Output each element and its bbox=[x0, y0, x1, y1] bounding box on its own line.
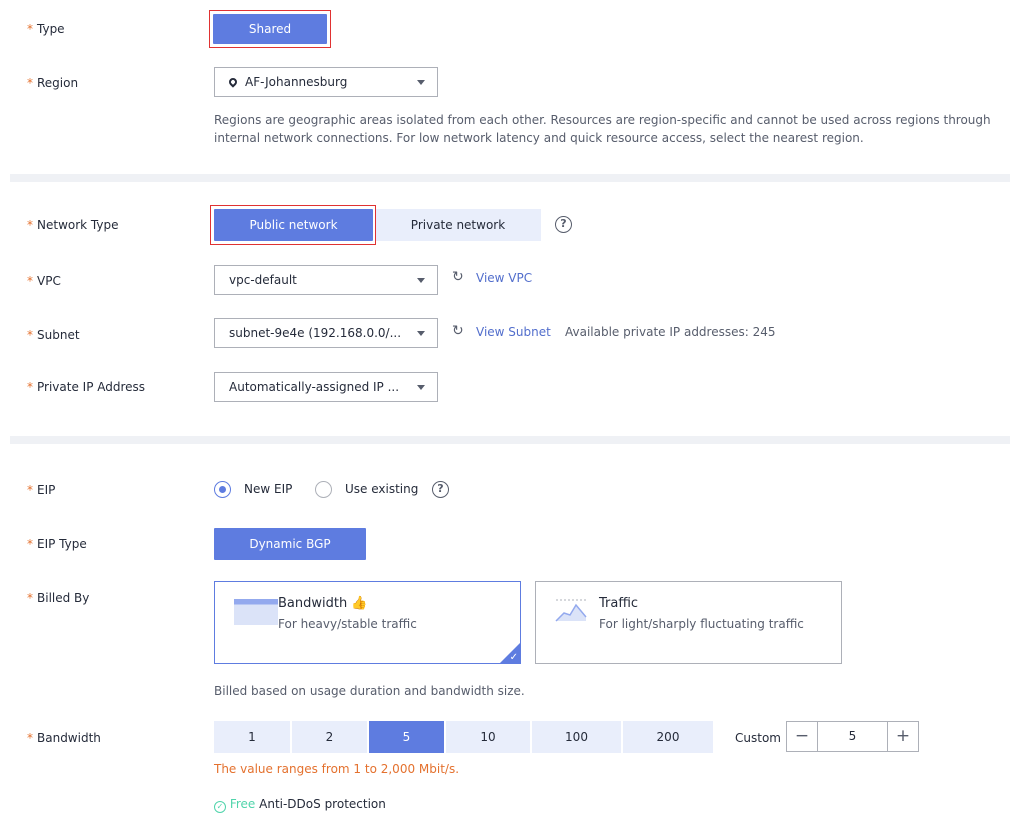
new-eip-label[interactable]: New EIP bbox=[244, 482, 292, 496]
help-icon[interactable]: ? bbox=[432, 481, 449, 498]
help-icon[interactable]: ? bbox=[555, 216, 572, 233]
available-ip-note: Available private IP addresses: 245 bbox=[565, 325, 776, 339]
vpc-label: * VPC bbox=[27, 274, 61, 288]
use-existing-radio[interactable] bbox=[315, 481, 332, 498]
new-eip-radio[interactable] bbox=[214, 481, 231, 498]
chevron-down-icon bbox=[417, 385, 425, 390]
traffic-card-title: Traffic bbox=[599, 596, 639, 611]
private-ip-label: * Private IP Address bbox=[27, 380, 146, 394]
section-divider bbox=[10, 436, 1010, 444]
ddos-text: Anti-DDoS protection bbox=[259, 797, 386, 811]
check-circle-icon: ✓ bbox=[214, 801, 226, 813]
decrement-button[interactable]: − bbox=[786, 721, 818, 752]
eip-label: * EIP bbox=[27, 483, 56, 497]
traffic-chart-icon bbox=[555, 599, 587, 622]
bandwidth-option-5[interactable]: 5 bbox=[369, 721, 444, 753]
subnet-value: subnet-9e4e (192.168.0.0/... bbox=[229, 326, 402, 340]
view-vpc-link[interactable]: View VPC bbox=[476, 271, 532, 285]
traffic-card[interactable]: Traffic For light/sharply fluctuating tr… bbox=[535, 581, 842, 664]
region-select[interactable]: AF-Johannesburg bbox=[214, 67, 438, 97]
subnet-select[interactable]: subnet-9e4e (192.168.0.0/... bbox=[214, 318, 438, 348]
private-ip-select[interactable]: Automatically-assigned IP ... bbox=[214, 372, 438, 402]
check-icon: ✓ bbox=[509, 652, 518, 663]
bandwidth-range-note: The value ranges from 1 to 2,000 Mbit/s. bbox=[214, 762, 460, 776]
highlight-box-type bbox=[209, 10, 331, 48]
bandwidth-card-title: Bandwidth 👍 bbox=[278, 596, 368, 611]
chevron-down-icon bbox=[417, 331, 425, 336]
ddos-protection: ✓ Free Anti-DDoS protection bbox=[214, 797, 386, 813]
region-value: AF-Johannesburg bbox=[245, 75, 348, 89]
section-divider bbox=[10, 174, 1010, 182]
bandwidth-card[interactable]: Bandwidth 👍 For heavy/stable traffic ✓ bbox=[214, 581, 521, 664]
bandwidth-label: * Bandwidth bbox=[27, 731, 101, 745]
dynamic-bgp-button[interactable]: Dynamic BGP bbox=[214, 528, 366, 560]
thumbs-up-icon: 👍 bbox=[351, 596, 368, 611]
billing-note: Billed based on usage duration and bandw… bbox=[214, 684, 525, 698]
bandwidth-option-10[interactable]: 10 bbox=[446, 721, 530, 753]
free-label: Free bbox=[229, 797, 256, 811]
bandwidth-card-desc: For heavy/stable traffic bbox=[278, 617, 417, 631]
bandwidth-option-1[interactable]: 1 bbox=[214, 721, 290, 753]
bandwidth-option-100[interactable]: 100 bbox=[532, 721, 621, 753]
private-ip-value: Automatically-assigned IP ... bbox=[229, 380, 400, 394]
type-label: * Type bbox=[27, 22, 65, 36]
vpc-select[interactable]: vpc-default bbox=[214, 265, 438, 295]
chevron-down-icon bbox=[417, 278, 425, 283]
bandwidth-option-200[interactable]: 200 bbox=[623, 721, 713, 753]
custom-label: Custom bbox=[735, 731, 781, 745]
bandwidth-chart-icon bbox=[234, 599, 278, 625]
region-label: * Region bbox=[27, 76, 79, 90]
refresh-icon[interactable]: ↻ bbox=[452, 269, 464, 285]
traffic-card-desc: For light/sharply fluctuating traffic bbox=[599, 617, 804, 631]
view-subnet-link[interactable]: View Subnet bbox=[476, 325, 551, 339]
vpc-value: vpc-default bbox=[229, 273, 297, 287]
subnet-label: * Subnet bbox=[27, 328, 80, 342]
bandwidth-input[interactable]: 5 bbox=[817, 721, 888, 752]
region-help-line2: internal network connections. For low ne… bbox=[214, 131, 864, 145]
region-help: Regions are geographic areas isolated fr… bbox=[214, 111, 1004, 147]
network-type-label: * Network Type bbox=[27, 218, 119, 232]
use-existing-label[interactable]: Use existing bbox=[345, 482, 418, 496]
billed-by-label: * Billed By bbox=[27, 591, 90, 605]
chevron-down-icon bbox=[417, 80, 425, 85]
region-help-line1: Regions are geographic areas isolated fr… bbox=[214, 113, 991, 127]
eip-type-label: * EIP Type bbox=[27, 537, 87, 551]
location-pin-icon bbox=[227, 76, 239, 88]
bandwidth-option-2[interactable]: 2 bbox=[292, 721, 367, 753]
private-network-button[interactable]: Private network bbox=[375, 209, 541, 241]
highlight-box-network bbox=[210, 205, 376, 245]
refresh-icon[interactable]: ↻ bbox=[452, 323, 464, 339]
increment-button[interactable]: + bbox=[887, 721, 919, 752]
